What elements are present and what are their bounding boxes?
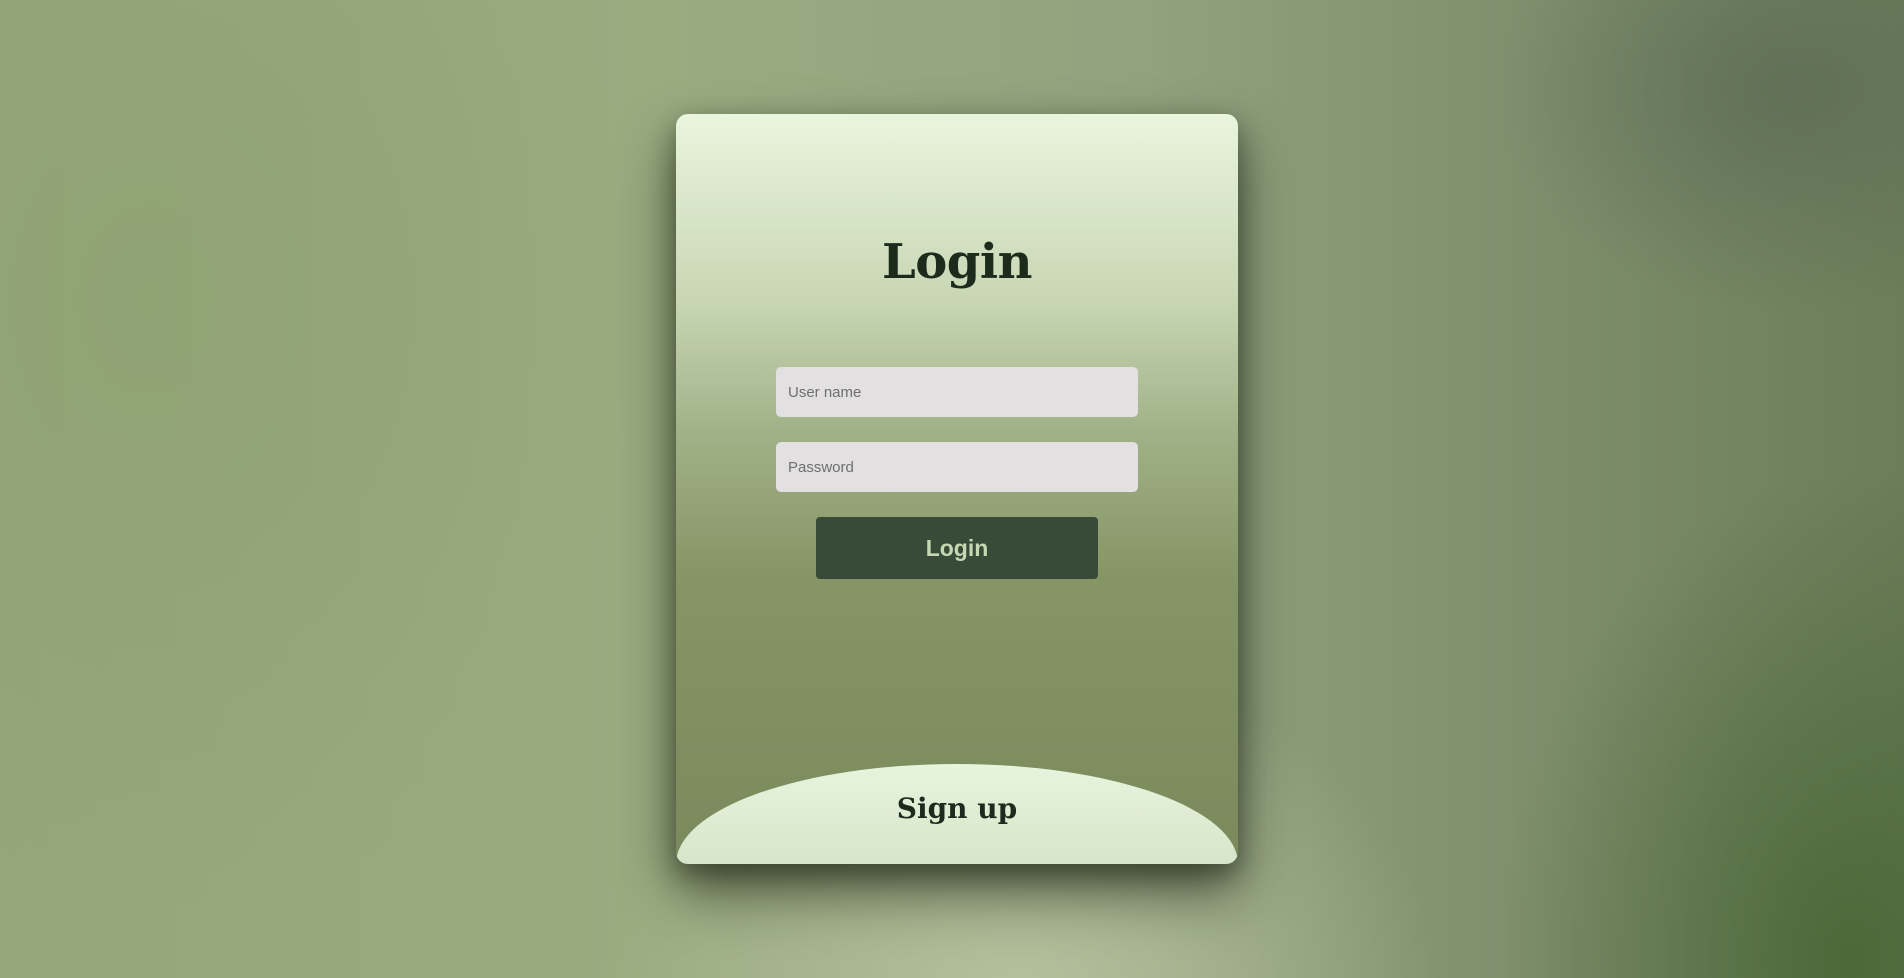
login-title: Login <box>882 234 1032 290</box>
signup-link[interactable]: Sign up <box>676 792 1238 825</box>
login-card: Login Login Sign up <box>676 114 1238 864</box>
password-input[interactable] <box>776 442 1138 492</box>
username-input[interactable] <box>776 367 1138 417</box>
signup-panel[interactable]: Sign up <box>676 764 1238 864</box>
login-button[interactable]: Login <box>816 517 1098 579</box>
